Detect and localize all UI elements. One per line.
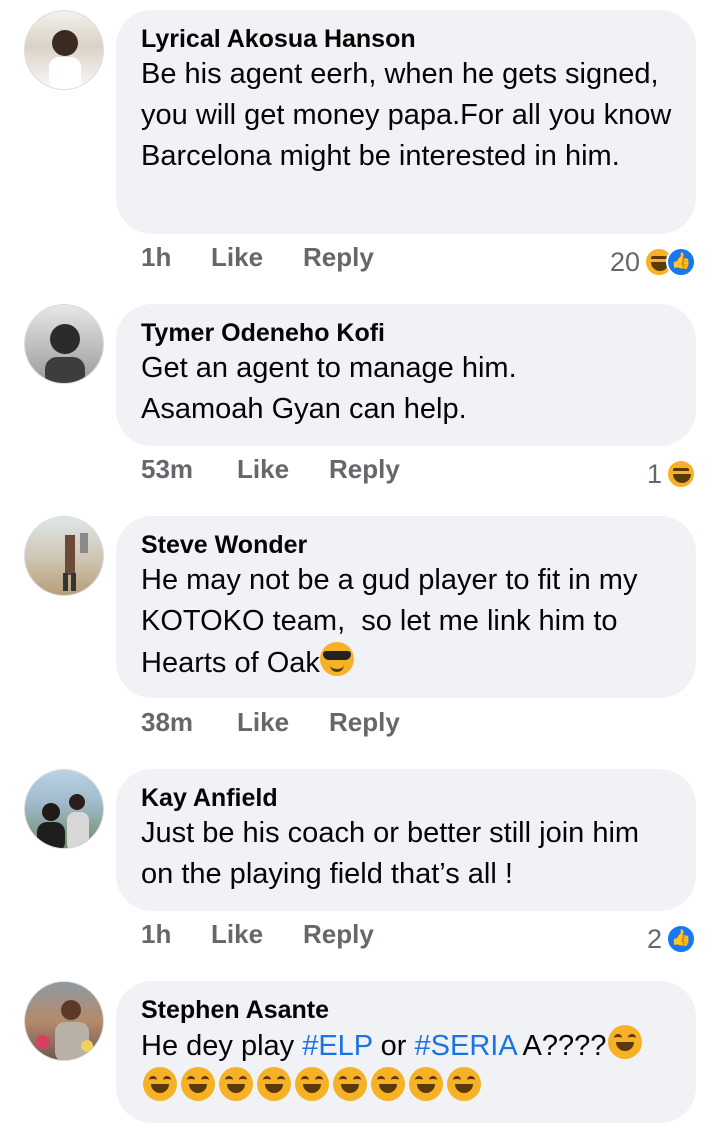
reply-button[interactable]: Reply (329, 707, 400, 738)
tears-of-joy-icon (447, 1067, 481, 1101)
comment-bubble: Steve Wonder He may not be a gud player … (116, 516, 696, 698)
tears-of-joy-icon (608, 1025, 643, 1059)
comment-text: He may not be a gud player to fit in my … (141, 560, 672, 684)
avatar[interactable] (24, 769, 104, 849)
comment-author[interactable]: Kay Anfield (141, 783, 672, 813)
cool-emoji-icon (319, 642, 354, 676)
reply-button[interactable]: Reply (329, 454, 400, 485)
comment-bubble: Tymer Odeneho Kofi Get an agent to manag… (116, 304, 696, 446)
comment-author[interactable]: Steve Wonder (141, 530, 672, 560)
like-button[interactable]: Like (211, 242, 263, 273)
tears-of-joy-icon (295, 1067, 329, 1101)
haha-icon (666, 459, 696, 489)
tears-of-joy-icon (219, 1067, 253, 1101)
comment-text: He dey play #ELP or #SERIA A???? (141, 1025, 672, 1109)
tears-of-joy-icon (257, 1067, 291, 1101)
comment-text: Just be his coach or better still join h… (141, 817, 648, 890)
comment-bubble: Kay Anfield Just be his coach or better … (116, 769, 696, 911)
comment-author[interactable]: Lyrical Akosua Hanson (141, 24, 672, 54)
avatar[interactable] (24, 516, 104, 596)
reply-button[interactable]: Reply (303, 242, 374, 273)
emoji-row (141, 1067, 483, 1104)
reaction-count: 1 (646, 458, 662, 489)
like-button[interactable]: Like (237, 454, 289, 485)
reaction-summary[interactable]: 20 👍 (610, 242, 696, 282)
hashtag-link[interactable]: #ELP (302, 1030, 372, 1062)
reply-button[interactable]: Reply (303, 919, 374, 950)
reaction-summary[interactable]: 1 (647, 454, 696, 494)
tears-of-joy-icon (181, 1067, 215, 1101)
comment-time[interactable]: 38m (141, 707, 193, 738)
tears-of-joy-icon (143, 1067, 177, 1101)
hashtag-link[interactable]: #SERIA (415, 1030, 517, 1062)
comment-text-body: He may not be a gud player to fit in my … (141, 564, 646, 679)
avatar[interactable] (24, 304, 104, 384)
reaction-count: 20 (609, 246, 640, 277)
comment-bubble: Stephen Asante He dey play #ELP or #SERI… (116, 981, 696, 1123)
comment-time[interactable]: 1h (141, 242, 171, 273)
like-button[interactable]: Like (237, 707, 289, 738)
avatar[interactable] (24, 10, 104, 90)
reaction-summary[interactable]: 2 👍 (647, 919, 696, 959)
comment-author[interactable]: Stephen Asante (141, 995, 672, 1025)
comment-time[interactable]: 53m (141, 454, 193, 485)
comment-text: Be his agent eerh, when he gets signed, … (141, 58, 680, 172)
tears-of-joy-icon (409, 1067, 443, 1101)
comment-author[interactable]: Tymer Odeneho Kofi (141, 318, 672, 348)
comment-time[interactable]: 1h (141, 919, 171, 950)
comment-text-body: He dey play (141, 1030, 303, 1062)
like-icon: 👍 (666, 247, 696, 277)
tears-of-joy-icon (371, 1067, 405, 1101)
like-button[interactable]: Like (211, 919, 263, 950)
comment-text: Get an agent to manage him. Asamoah Gyan… (141, 352, 524, 425)
avatar[interactable] (24, 981, 104, 1061)
like-icon: 👍 (666, 924, 696, 954)
reaction-count: 2 (646, 923, 662, 954)
tears-of-joy-icon (333, 1067, 367, 1101)
comment-bubble: Lyrical Akosua Hanson Be his agent eerh,… (116, 10, 696, 234)
comment-text-body: or (372, 1030, 415, 1062)
comment-text-body: A???? (516, 1030, 607, 1062)
